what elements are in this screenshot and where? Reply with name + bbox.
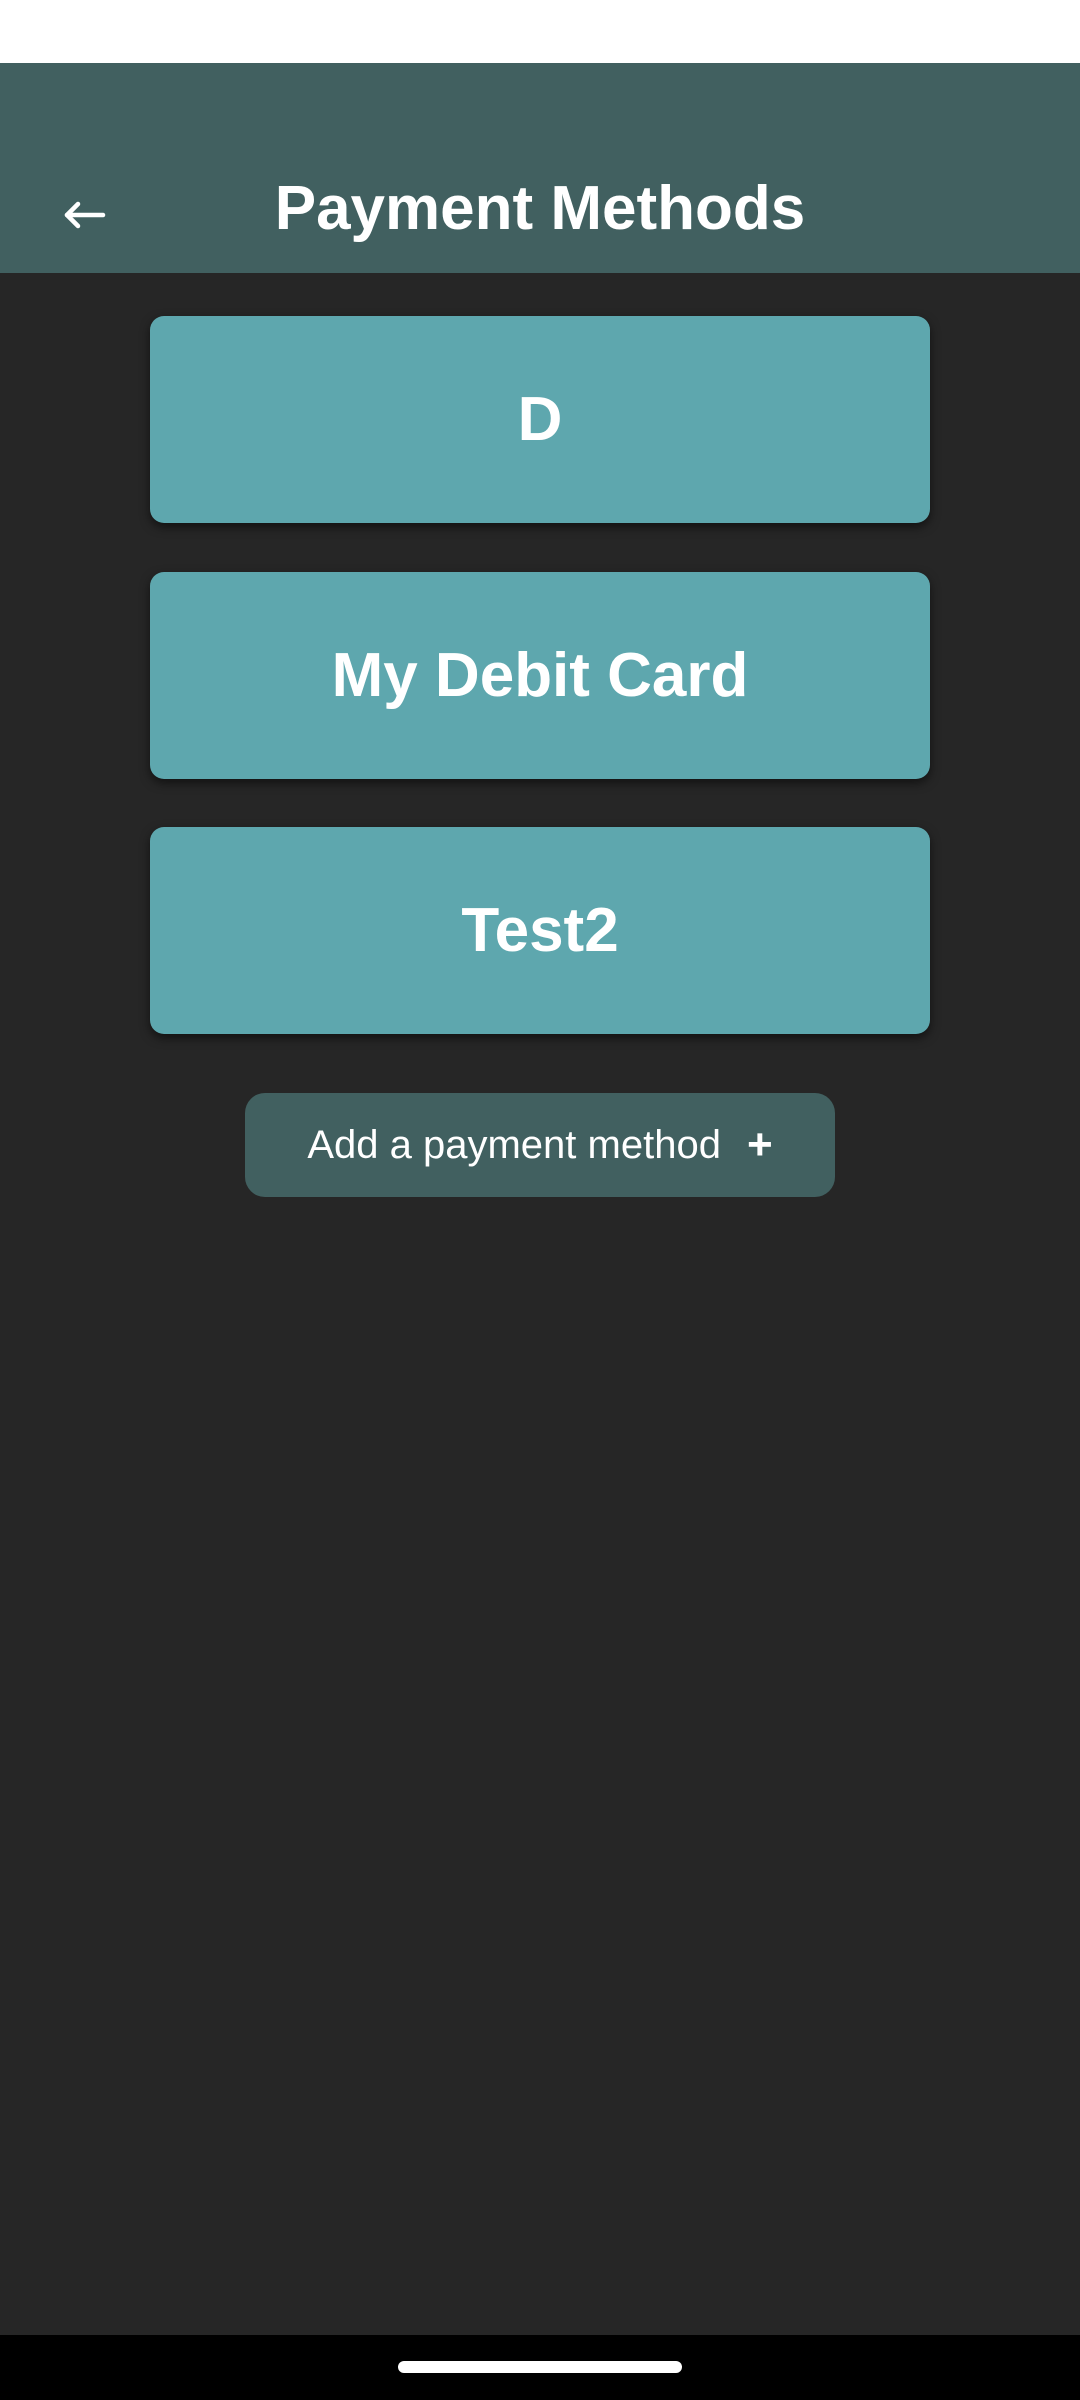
payment-method-card[interactable]: D [150,316,930,523]
add-payment-method-button[interactable]: Add a payment method + [245,1093,835,1197]
payment-method-card[interactable]: Test2 [150,827,930,1034]
payment-method-label: My Debit Card [331,641,749,710]
home-indicator[interactable] [398,2361,682,2373]
plus-icon: + [746,1120,773,1169]
page-title: Payment Methods [274,174,806,243]
payment-method-label: D [517,385,563,454]
payment-method-label: Test2 [461,896,619,965]
add-payment-method-label: Add a payment method [307,1122,721,1167]
payment-method-card[interactable]: My Debit Card [150,572,930,779]
status-bar [0,0,1080,63]
